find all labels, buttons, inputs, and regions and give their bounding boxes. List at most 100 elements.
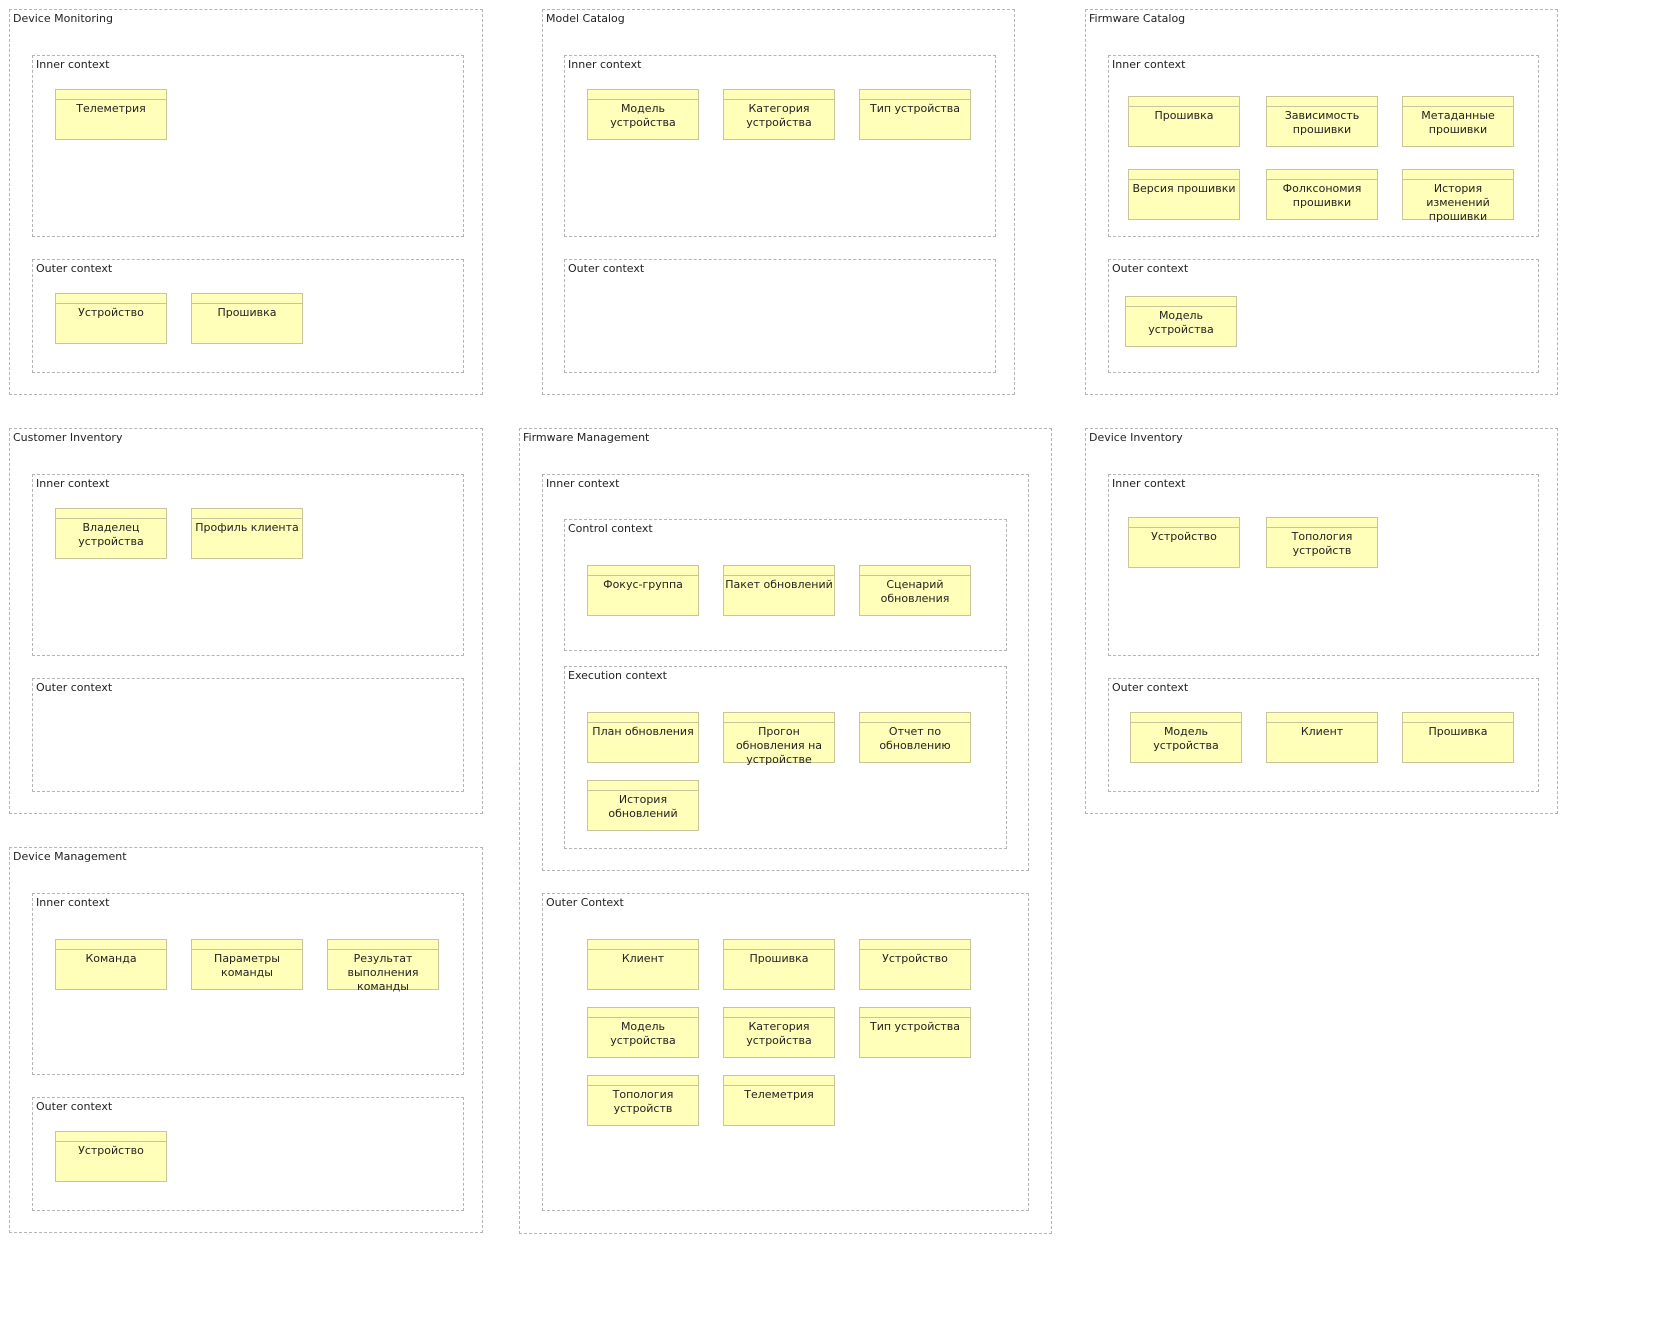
entity-label: Устройство [78, 1144, 144, 1157]
entity-label: Метаданные прошивки [1421, 109, 1495, 136]
entity-card[interactable]: Модель устройства [1125, 296, 1237, 347]
entity-label: Зависимость прошивки [1284, 109, 1360, 136]
entity-card[interactable]: Топология устройств [1266, 517, 1378, 568]
entity-card[interactable]: Категория устройства [723, 89, 835, 140]
entity-card[interactable]: Профиль клиента [191, 508, 303, 559]
entity-card[interactable]: Фокус-группа [587, 565, 699, 616]
bc-title: Firmware Catalog [1089, 12, 1186, 25]
entity-card[interactable]: Тип устройства [859, 89, 971, 140]
entity-label: Устройство [78, 306, 144, 319]
entity-card[interactable]: Пакет обновлений [723, 565, 835, 616]
entity-label: Параметры команды [214, 952, 280, 979]
entity-card[interactable]: Зависимость прошивки [1266, 96, 1378, 147]
entity-card[interactable]: Версия прошивки [1128, 169, 1240, 220]
bc-title: Device Monitoring [13, 12, 113, 25]
entity-card[interactable]: Топология устройств [587, 1075, 699, 1126]
bc-title: Model Catalog [546, 12, 625, 25]
entity-label: Модель устройства [610, 102, 676, 129]
entity-label: Телеметрия [76, 102, 146, 115]
entity-card[interactable]: Фолксономия прошивки [1266, 169, 1378, 220]
entity-card[interactable]: План обновления [587, 712, 699, 763]
context-title: Outer context [36, 1100, 113, 1113]
inner-context: Inner context [32, 55, 464, 237]
context-title: Outer context [36, 262, 113, 275]
entity-label: Прошивка [1428, 725, 1488, 738]
context-title: Inner context [1112, 58, 1186, 71]
entity-card[interactable]: Клиент [1266, 712, 1378, 763]
entity-card[interactable]: Отчет по обновлению [859, 712, 971, 763]
entity-card[interactable]: Категория устройства [723, 1007, 835, 1058]
entity-card[interactable]: Модель устройства [587, 89, 699, 140]
entity-label: План обновления [592, 725, 694, 738]
entity-label: Устройство [882, 952, 948, 965]
context-title: Inner context [36, 477, 110, 490]
entity-label: Модель устройства [1148, 309, 1214, 336]
entity-label: Версия прошивки [1132, 182, 1236, 195]
entity-card[interactable]: Модель устройства [1130, 712, 1242, 763]
entity-card[interactable]: История обновлений [587, 780, 699, 831]
entity-label: Телеметрия [744, 1088, 814, 1101]
entity-label: Фокус-группа [603, 578, 683, 591]
bc-title: Firmware Management [523, 431, 650, 444]
entity-label: Тип устройства [869, 1020, 961, 1033]
entity-card[interactable]: Команда [55, 939, 167, 990]
entity-card[interactable]: Клиент [587, 939, 699, 990]
entity-label: Топология устройств [612, 1088, 674, 1115]
entity-card[interactable]: История изменений прошивки [1402, 169, 1514, 223]
entity-label: Профиль клиента [195, 521, 299, 534]
entity-card[interactable]: Устройство [859, 939, 971, 990]
entity-label: Категория устройства [746, 1020, 812, 1047]
entity-card[interactable]: Телеметрия [55, 89, 167, 140]
entity-label: Устройство [1151, 530, 1217, 543]
context-title: Control context [568, 522, 653, 535]
context-title: Inner context [1112, 477, 1186, 490]
context-title: Inner context [546, 477, 620, 490]
entity-label: Фолксономия прошивки [1282, 182, 1362, 209]
entity-card[interactable]: Сценарий обновления [859, 565, 971, 616]
bc-title: Device Inventory [1089, 431, 1183, 444]
outer-context: Outer context [32, 678, 464, 792]
entity-label: Прошивка [749, 952, 809, 965]
entity-card[interactable]: Результат выполнения команды [327, 939, 439, 993]
entity-label: Пакет обновлений [725, 578, 833, 591]
entity-label: Команда [85, 952, 137, 965]
entity-card[interactable]: Прошивка [723, 939, 835, 990]
entity-label: Категория устройства [746, 102, 812, 129]
entity-label: Топология устройств [1291, 530, 1353, 557]
entity-label: Прогон обновления на устройстве [735, 725, 823, 766]
inner-context: Inner context [564, 55, 996, 237]
context-title: Execution context [568, 669, 667, 682]
entity-card[interactable]: Прошивка [1402, 712, 1514, 763]
entity-card[interactable]: Прошивка [1128, 96, 1240, 147]
entity-label: Клиент [1300, 725, 1344, 738]
entity-card[interactable]: Метаданные прошивки [1402, 96, 1514, 147]
entity-card[interactable]: Владелец устройства [55, 508, 167, 559]
entity-label: Тип устройства [869, 102, 961, 115]
entity-label: История обновлений [608, 793, 678, 820]
context-title: Outer context [36, 681, 113, 694]
entity-card[interactable]: Модель устройства [587, 1007, 699, 1058]
inner-context: Inner context [32, 474, 464, 656]
context-title: Outer context [1112, 681, 1189, 694]
entity-card[interactable]: Прошивка [191, 293, 303, 344]
entity-card[interactable]: Параметры команды [191, 939, 303, 990]
entity-card[interactable]: Устройство [55, 1131, 167, 1182]
entity-label: Прошивка [1154, 109, 1214, 122]
context-title: Inner context [36, 58, 110, 71]
context-title: Outer context [568, 262, 645, 275]
entity-card[interactable]: Телеметрия [723, 1075, 835, 1126]
entity-card[interactable]: Прогон обновления на устройстве [723, 712, 835, 766]
entity-label: Модель устройства [1153, 725, 1219, 752]
bc-title: Customer Inventory [13, 431, 123, 444]
entity-card[interactable]: Устройство [1128, 517, 1240, 568]
entity-card[interactable]: Тип устройства [859, 1007, 971, 1058]
entity-label: Клиент [621, 952, 665, 965]
context-title: Outer Context [546, 896, 624, 909]
entity-label: История изменений прошивки [1426, 182, 1490, 223]
entity-card[interactable]: Устройство [55, 293, 167, 344]
outer-context: Outer context [564, 259, 996, 373]
entity-label: Владелец устройства [78, 521, 144, 548]
entity-label: Результат выполнения команды [347, 952, 419, 993]
context-title: Inner context [568, 58, 642, 71]
bc-title: Device Management [13, 850, 127, 863]
